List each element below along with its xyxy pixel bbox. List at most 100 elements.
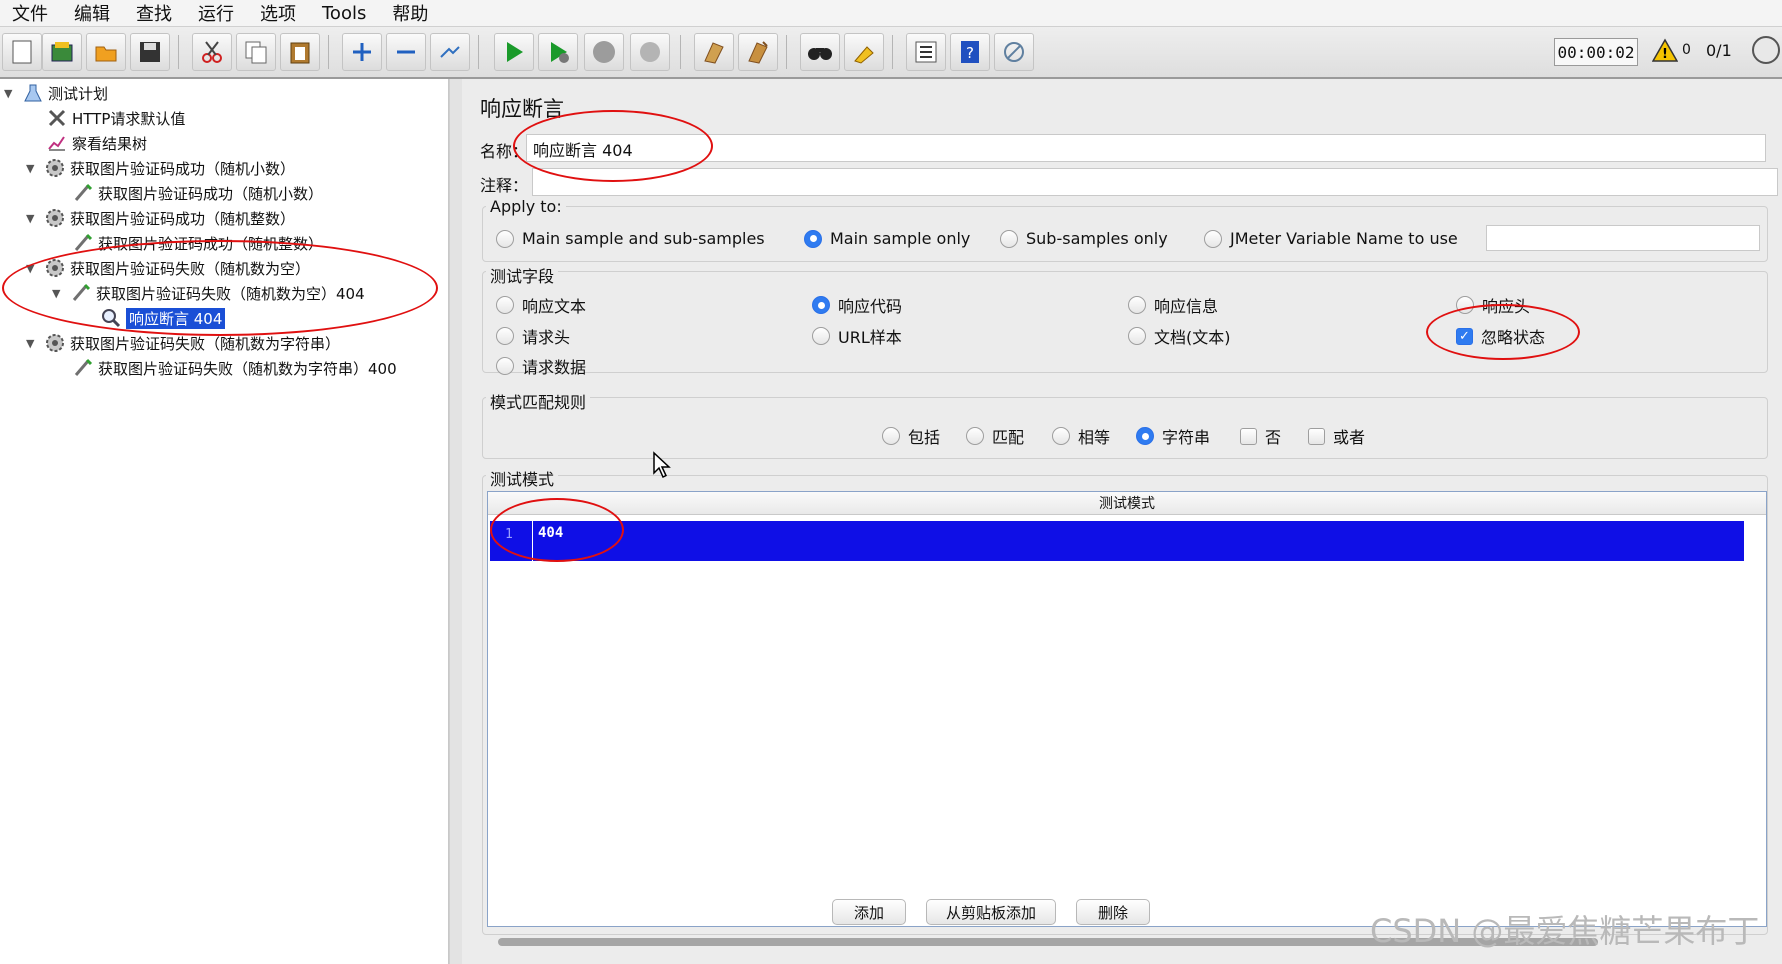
radio-response-text[interactable]: 响应文本	[496, 293, 586, 317]
menu-help[interactable]: 帮助	[388, 0, 432, 26]
radio-substring[interactable]: 字符串	[1136, 424, 1210, 448]
shutdown-button[interactable]	[630, 33, 670, 71]
tree-item-sampler[interactable]: 获取图片验证码成功（随机整数）	[54, 231, 323, 255]
tree-item-response-assertion[interactable]: 响应断言 404	[82, 306, 226, 330]
assertion-panel: 响应断言 名称： 响应断言 404 注释： Apply to: Main sam…	[462, 79, 1782, 964]
toggle-button[interactable]	[430, 33, 470, 71]
copy-icon	[245, 41, 267, 64]
menu-file[interactable]: 文件	[8, 0, 52, 26]
tree-item-thread-group[interactable]: ▼ 获取图片验证码成功（随机小数）	[26, 156, 295, 180]
page-title: 响应断言	[480, 97, 564, 121]
add-button[interactable]: 添加	[832, 899, 906, 925]
save-button[interactable]	[130, 33, 170, 71]
reset-search-icon	[854, 46, 874, 64]
menu-edit[interactable]: 编辑	[70, 0, 114, 26]
reset-search-button[interactable]	[844, 33, 884, 71]
collapse-all-button[interactable]	[386, 33, 426, 71]
paste-button[interactable]	[280, 33, 320, 71]
open-icon	[95, 46, 117, 62]
tree-item-http-defaults[interactable]: HTTP请求默认值	[28, 106, 185, 130]
patterns-title: 测试模式	[486, 466, 559, 490]
tree-item-results-tree[interactable]: 察看结果树	[28, 131, 147, 155]
radio-response-headers[interactable]: 响应头	[1456, 293, 1530, 317]
remote-button[interactable]	[994, 33, 1034, 71]
expand-arrow-icon[interactable]: ▼	[4, 87, 16, 100]
warning-count: 0	[1682, 42, 1691, 58]
expand-all-button[interactable]	[342, 33, 382, 71]
expand-arrow-icon[interactable]: ▼	[26, 262, 38, 275]
delete-button[interactable]: 删除	[1076, 899, 1150, 925]
expand-arrow-icon[interactable]: ▼	[52, 287, 64, 300]
name-field[interactable]: 响应断言 404	[526, 134, 1766, 162]
radio-contains[interactable]: 包括	[882, 424, 940, 448]
stop-button[interactable]	[584, 33, 624, 71]
radio-main-only[interactable]: Main sample only	[804, 229, 970, 248]
open-button[interactable]	[86, 33, 126, 71]
pattern-row[interactable]: 1 404	[490, 521, 1744, 561]
patterns-column-header[interactable]: 测试模式	[488, 492, 1766, 515]
comment-field[interactable]	[532, 168, 1778, 196]
warning-indicator[interactable]: ! 0	[1652, 38, 1691, 62]
radio-equals[interactable]: 相等	[1052, 424, 1110, 448]
expand-arrow-icon[interactable]: ▼	[26, 212, 38, 225]
tree-item-thread-group[interactable]: ▼ 获取图片验证码失败（随机数为空）	[26, 256, 310, 280]
radio-document-text[interactable]: 文档(文本)	[1128, 324, 1231, 348]
radio-response-message[interactable]: 响应信息	[1128, 293, 1218, 317]
radio-url-sample[interactable]: URL样本	[812, 324, 902, 348]
clear-button[interactable]	[694, 33, 734, 71]
templates-button[interactable]	[42, 33, 82, 71]
save-icon	[140, 42, 160, 62]
copy-button[interactable]	[236, 33, 276, 71]
menu-search[interactable]: 查找	[132, 0, 176, 26]
help-button[interactable]: ?	[950, 33, 990, 71]
menu-run[interactable]: 运行	[194, 0, 238, 26]
patterns-table[interactable]: 测试模式 1 404	[487, 491, 1767, 927]
expand-arrow-icon[interactable]: ▼	[26, 337, 38, 350]
tree-item-test-plan[interactable]: ▼ 测试计划	[4, 81, 108, 105]
ignore-status-checkbox[interactable]: ✓ 忽略状态	[1456, 324, 1545, 348]
start-no-pauses-button[interactable]	[538, 33, 578, 71]
cut-button[interactable]	[192, 33, 232, 71]
sampler-icon	[70, 283, 92, 303]
radio-main-and-sub[interactable]: Main sample and sub-samples	[496, 229, 765, 248]
sampler-icon	[72, 233, 94, 253]
menu-bar: 文件 编辑 查找 运行 选项 Tools 帮助	[0, 0, 1782, 27]
clear-icon	[704, 42, 724, 64]
tree-item-sampler[interactable]: ▼ 获取图片验证码失败（随机数为空）404	[52, 281, 365, 305]
svg-text:?: ?	[966, 44, 974, 62]
tree-item-sampler[interactable]: 获取图片验证码失败（随机数为字符串）400	[54, 356, 397, 380]
clear-all-icon	[748, 41, 768, 64]
tree-item-thread-group[interactable]: ▼ 获取图片验证码失败（随机数为字符串）	[26, 331, 340, 355]
tree-item-sampler[interactable]: 获取图片验证码成功（随机小数）	[54, 181, 323, 205]
variable-name-field[interactable]	[1486, 225, 1760, 251]
tree-item-thread-group[interactable]: ▼ 获取图片验证码成功（随机整数）	[26, 206, 295, 230]
radio-matches[interactable]: 匹配	[966, 424, 1024, 448]
test-plan-tree[interactable]: ▼ 测试计划 HTTP请求默认值 察看结果树 ▼ 获取图片验证码成功（随机小数）…	[0, 79, 449, 964]
search-button[interactable]	[800, 33, 840, 71]
assertion-icon	[100, 308, 122, 328]
clear-all-button[interactable]	[738, 33, 778, 71]
menu-options[interactable]: 选项	[256, 0, 300, 26]
radio-response-code[interactable]: 响应代码	[812, 293, 902, 317]
watermark: CSDN @最爱焦糖芒果布丁	[1370, 912, 1760, 950]
expand-arrow-icon[interactable]: ▼	[26, 162, 38, 175]
radio-request-data[interactable]: 请求数据	[496, 354, 586, 378]
shutdown-icon	[640, 42, 660, 62]
radio-sub-only[interactable]: Sub-samples only	[1000, 229, 1168, 248]
test-plan-icon	[22, 83, 44, 103]
menu-tools[interactable]: Tools	[318, 3, 370, 24]
new-button[interactable]	[2, 33, 42, 71]
pane-splitter[interactable]	[449, 79, 463, 964]
pattern-value[interactable]: 404	[538, 525, 563, 541]
start-button[interactable]	[494, 33, 534, 71]
remote-status-icon[interactable]	[1752, 36, 1780, 64]
or-checkbox[interactable]: 或者	[1308, 424, 1365, 448]
radio-request-headers[interactable]: 请求头	[496, 324, 570, 348]
add-from-clipboard-button[interactable]: 从剪贴板添加	[926, 899, 1056, 925]
not-checkbox[interactable]: 否	[1240, 424, 1281, 448]
thread-group-icon	[44, 208, 66, 228]
check-icon: ✓	[1456, 327, 1473, 345]
function-helper-button[interactable]	[906, 33, 946, 71]
radio-jmeter-variable[interactable]: JMeter Variable Name to use	[1204, 229, 1458, 248]
active-threads: 0/1	[1706, 41, 1732, 60]
